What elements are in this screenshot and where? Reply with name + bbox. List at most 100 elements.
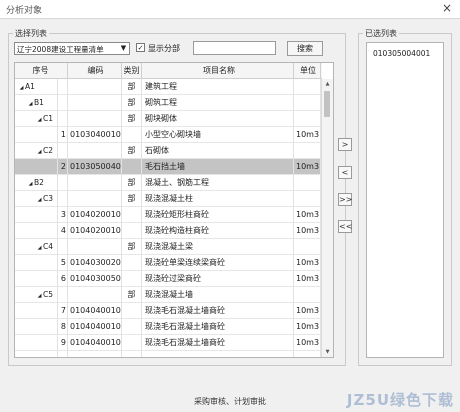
seq-cell: 1 — [58, 127, 68, 143]
table-row[interactable] — [15, 351, 322, 357]
table-row[interactable]: ◢ A1 部建筑工程 — [15, 79, 322, 95]
unit-cell: 10m3 — [294, 207, 321, 223]
name-cell: 建筑工程 — [142, 79, 294, 95]
tree-node[interactable]: ◢ C5 — [36, 287, 53, 303]
scroll-up-icon[interactable]: ▲ — [322, 79, 333, 89]
category-cell — [122, 303, 142, 319]
standard-dropdown[interactable]: 辽宁2008建设工程量清单 ▼ — [14, 42, 130, 55]
tree-node[interactable] — [45, 319, 52, 334]
tree-cell: ◢ C5 — [15, 287, 58, 303]
name-cell: 现浇砼矩形柱商砼 — [142, 207, 294, 223]
code-cell: 010402001001 — [68, 207, 122, 223]
table-row[interactable]: ◢ C3 部现浇混凝土柱 — [15, 191, 322, 207]
code-cell: 010403005001 — [68, 271, 122, 287]
header-category[interactable]: 类别 — [122, 63, 142, 79]
unit-cell — [294, 79, 321, 95]
expand-triangle-icon[interactable]: ◢ — [36, 241, 43, 255]
category-cell — [122, 255, 142, 271]
search-button[interactable]: 搜索 — [287, 41, 323, 56]
table-row[interactable]: 3010402001001 现浇砼矩形柱商砼10m3 — [15, 207, 322, 223]
scroll-thumb[interactable] — [324, 91, 330, 117]
remove-all-button[interactable]: << — [338, 220, 352, 233]
code-cell — [68, 143, 122, 159]
tree-node[interactable]: ◢ C2 — [36, 143, 53, 159]
tree-node-label: A1 — [25, 82, 35, 91]
remove-selected-button[interactable]: < — [338, 166, 352, 179]
tree-node[interactable] — [45, 223, 52, 238]
table-row[interactable]: 2010305004001 毛石挡土墙10m3 — [15, 159, 322, 175]
expand-triangle-icon[interactable]: ◢ — [36, 113, 43, 127]
show-division-checkbox[interactable]: ✓ — [136, 43, 145, 52]
code-cell: 010402001003 — [68, 223, 122, 239]
table-row[interactable]: 1010304001010 小型空心砌块墙10m3 — [15, 127, 322, 143]
add-all-button[interactable]: >> — [338, 193, 352, 206]
table-row[interactable]: 9010404001014 现浇毛石混凝土墙商砼10m3 — [15, 335, 322, 351]
seq-cell: 4 — [58, 223, 68, 239]
table-row[interactable]: ◢ C1 部砌块砌体 — [15, 111, 322, 127]
tree-cell — [15, 207, 58, 223]
name-cell — [142, 351, 294, 357]
tree-node[interactable]: ◢ B2 — [27, 175, 44, 191]
tree-node[interactable] — [45, 351, 52, 357]
tree-node[interactable]: ◢ A1 — [18, 79, 35, 95]
tree-node[interactable] — [45, 207, 52, 222]
expand-triangle-icon[interactable]: ◢ — [36, 145, 43, 159]
table-row[interactable]: ◢ C4 部现浇混凝土梁 — [15, 239, 322, 255]
tree-node[interactable] — [45, 271, 52, 286]
tree-node[interactable]: ◢ B1 — [27, 95, 44, 111]
tree-node-label: C5 — [43, 290, 54, 299]
expand-triangle-icon[interactable]: ◢ — [27, 97, 34, 111]
category-cell: 部 — [122, 111, 142, 127]
table-row[interactable]: 7010404001001 现浇毛石混凝土墙商砼10m3 — [15, 303, 322, 319]
name-cell: 毛石挡土墙 — [142, 159, 294, 175]
code-cell: 010404001001 — [68, 303, 122, 319]
tree-node[interactable] — [45, 303, 52, 318]
expand-triangle-icon[interactable]: ◢ — [18, 81, 25, 95]
add-selected-button[interactable]: > — [338, 138, 352, 151]
table-row[interactable]: 4010402001003 现浇砼构造柱商砼10m3 — [15, 223, 322, 239]
scroll-down-icon[interactable]: ▼ — [322, 347, 333, 357]
table-row[interactable]: 6010403005001 现浇砼过梁商砼10m3 — [15, 271, 322, 287]
item-table: 序号 编码 类别 项目名称 单位 ◢ A1 部建筑工程 ◢ B1 部砌筑工程 ◢ C1 部砌块砌… — [14, 62, 334, 358]
name-cell: 现浇毛石混凝土墙商砼 — [142, 319, 294, 335]
tree-node[interactable]: ◢ C1 — [36, 111, 53, 127]
expand-triangle-icon[interactable]: ◢ — [27, 177, 34, 191]
header-code[interactable]: 编码 — [68, 63, 122, 79]
table-header: 序号 编码 类别 项目名称 单位 — [15, 63, 322, 79]
category-cell — [122, 335, 142, 351]
table-row[interactable]: ◢ C2 部石砌体 — [15, 143, 322, 159]
watermark-logo: JZ5U绿色下载 — [346, 391, 454, 409]
category-cell: 部 — [122, 287, 142, 303]
tree-node[interactable] — [45, 159, 52, 174]
tree-node[interactable] — [45, 255, 52, 270]
tree-node[interactable] — [45, 127, 52, 142]
seq-cell — [58, 191, 68, 207]
tree-node[interactable] — [45, 335, 52, 350]
name-cell: 石砌体 — [142, 143, 294, 159]
table-row[interactable]: 5010403002001 现浇砼单梁连续梁商砼10m3 — [15, 255, 322, 271]
tree-cell: ◢ C3 — [15, 191, 58, 207]
name-cell: 砌块砌体 — [142, 111, 294, 127]
table-row[interactable]: ◢ B1 部砌筑工程 — [15, 95, 322, 111]
tree-node[interactable]: ◢ C3 — [36, 191, 53, 207]
close-icon[interactable]: × — [442, 1, 452, 15]
table-scrollbar[interactable]: ▲ ▼ — [321, 79, 333, 357]
code-cell: 010404001014 — [68, 335, 122, 351]
tree-node[interactable]: ◢ C4 — [36, 239, 53, 255]
name-cell: 混凝土、钢筋工程 — [142, 175, 294, 191]
code-cell — [68, 191, 122, 207]
name-cell: 现浇毛石混凝土墙商砼 — [142, 335, 294, 351]
table-row[interactable]: 8010404001003 现浇毛石混凝土墙商砼10m3 — [15, 319, 322, 335]
seq-cell: 5 — [58, 255, 68, 271]
selected-list[interactable]: 010305004001 — [366, 42, 444, 358]
header-name[interactable]: 项目名称 — [142, 63, 294, 79]
table-row[interactable]: ◢ B2 部混凝土、钢筋工程 — [15, 175, 322, 191]
code-cell: 010305004001 — [68, 159, 122, 175]
header-seq[interactable]: 序号 — [15, 63, 68, 79]
expand-triangle-icon[interactable]: ◢ — [36, 193, 43, 207]
expand-triangle-icon[interactable]: ◢ — [36, 289, 43, 303]
table-row[interactable]: ◢ C5 部现浇混凝土墙 — [15, 287, 322, 303]
selected-list-item[interactable]: 010305004001 — [373, 49, 430, 58]
search-input[interactable] — [193, 41, 276, 55]
header-unit[interactable]: 单位 — [294, 63, 321, 79]
